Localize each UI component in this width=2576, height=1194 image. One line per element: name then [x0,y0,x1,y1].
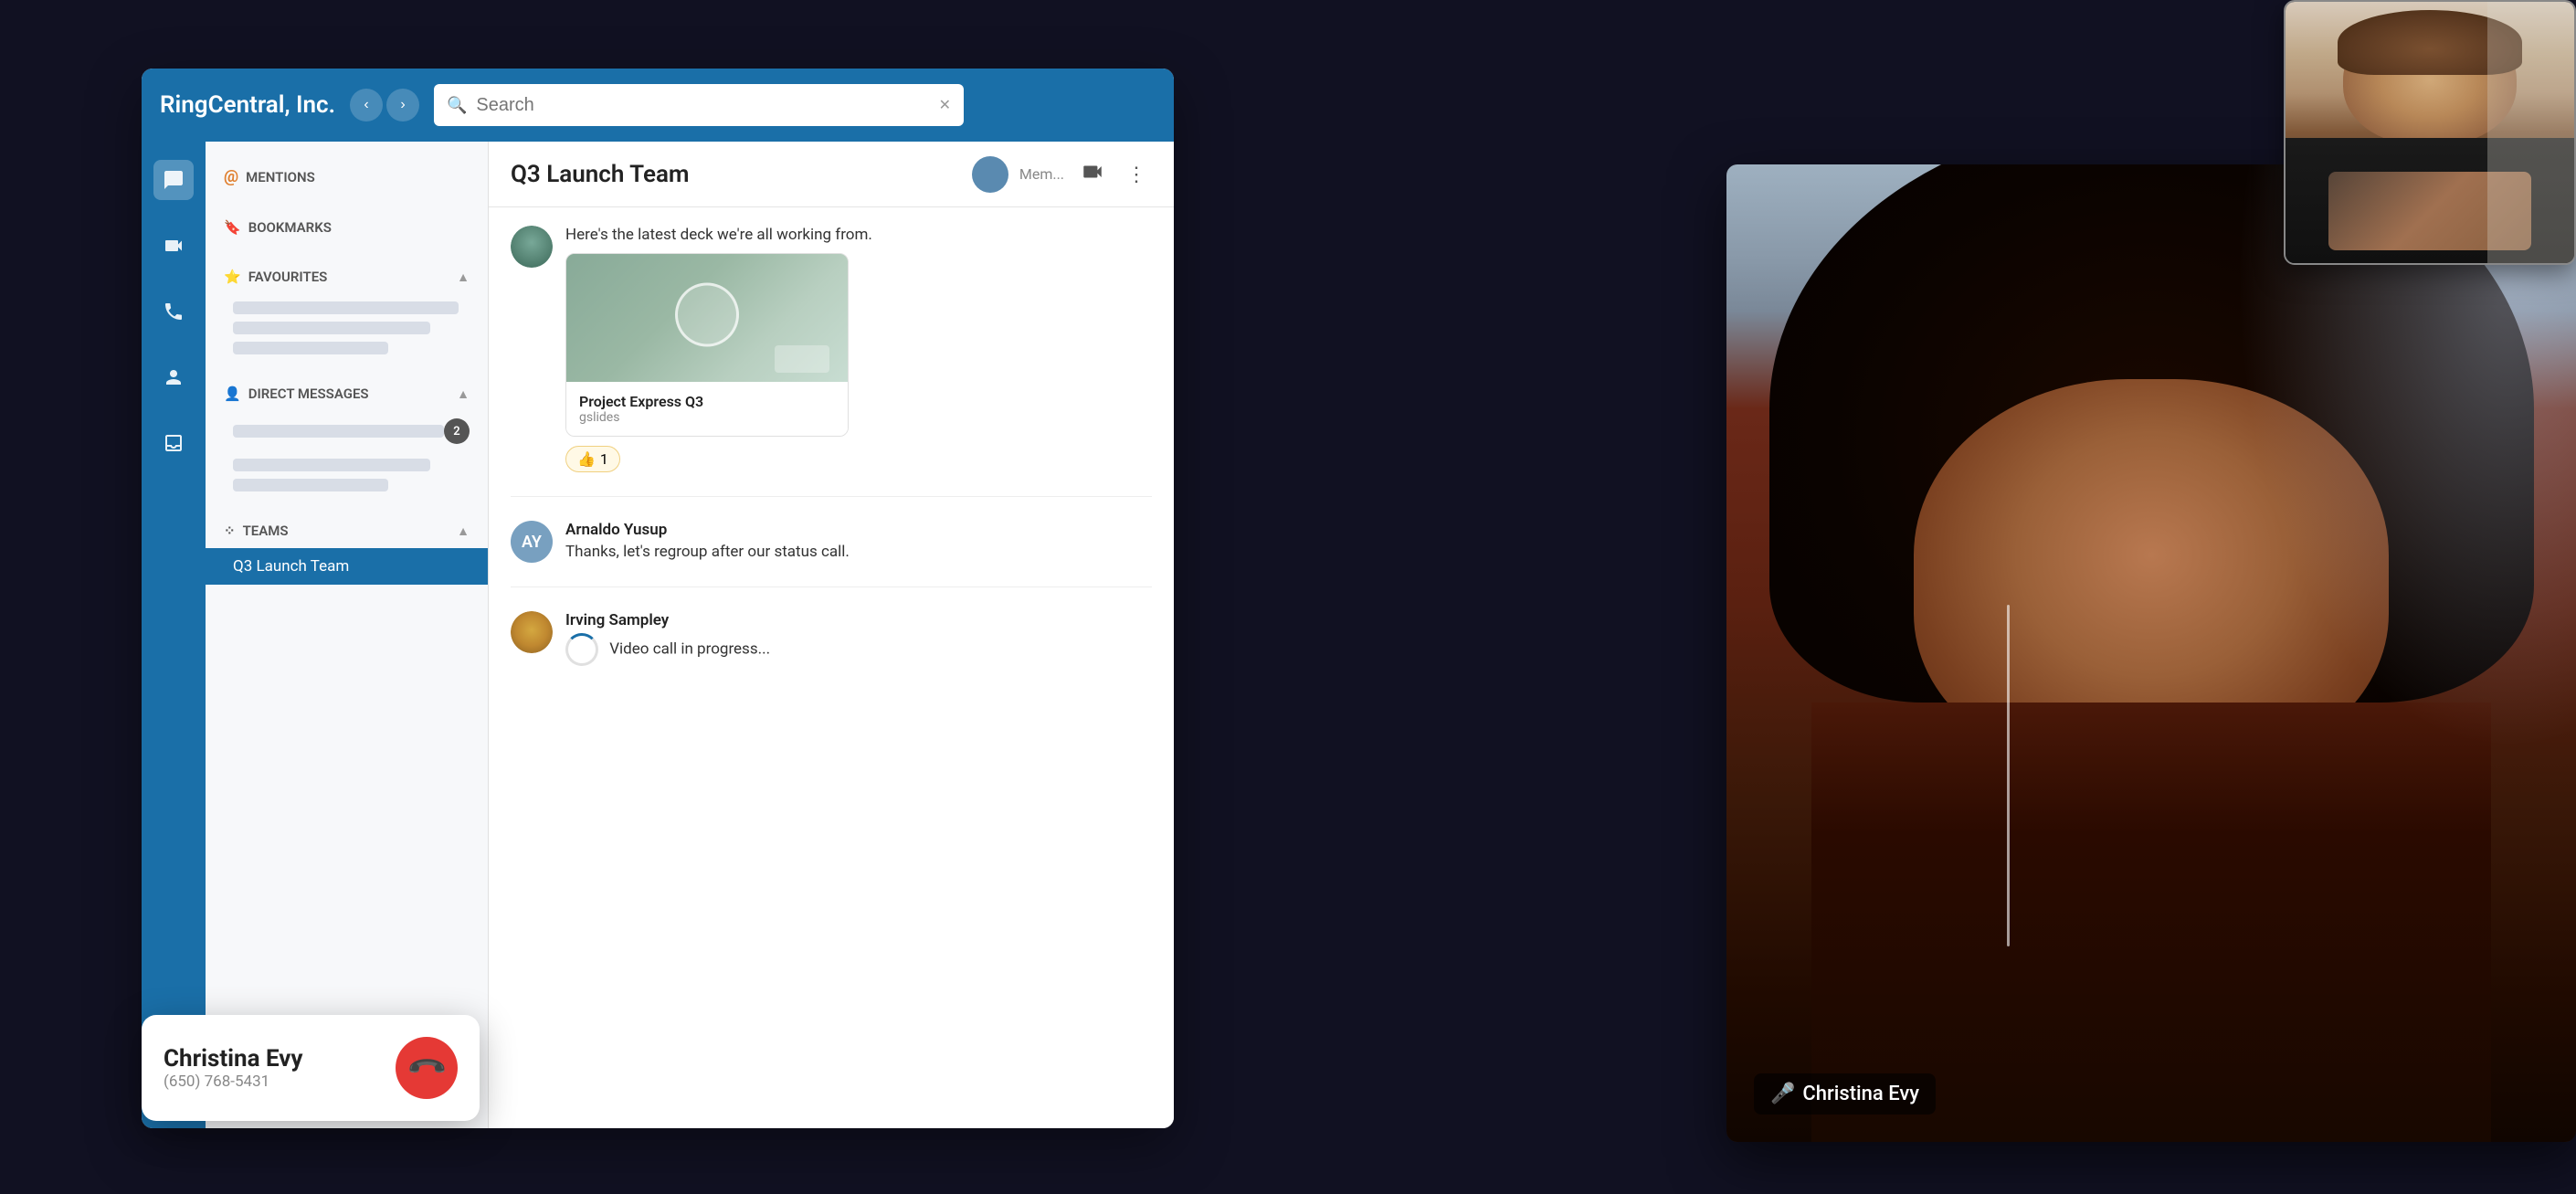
avatar-msg2: AY [511,521,553,563]
mentions-title: @ MENTIONS [224,167,315,186]
favourites-header[interactable]: ⭐ FAVOURITES ▲ [206,259,488,294]
message-text-3: Video call in progress... [565,633,1152,666]
chat-title: Q3 Launch Team [511,161,690,188]
search-input[interactable] [476,95,929,116]
sidebar-icon-chat[interactable] [153,160,194,200]
teams-header[interactable]: ⁘ TEAMS ▲ [206,513,488,548]
dm-placeholder-2 [233,459,430,471]
back-button[interactable]: ‹ [350,89,383,122]
video-caller-name: Christina Evy [1802,1083,1919,1105]
search-icon: 🔍 [447,96,467,115]
caller-number: (650) 768-5431 [164,1072,303,1091]
direct-messages-section: 👤 DIRECT MESSAGES ▲ 2 [206,369,488,506]
file-card-image [566,254,848,382]
direct-messages-chevron: ▲ [457,386,470,402]
dm-placeholder-1 [233,425,444,438]
favourites-placeholder-2 [233,322,430,334]
chat-actions: Mem... ⋮ [972,154,1152,195]
mentions-section: @ MENTIONS [206,151,488,203]
message-2: AY Arnaldo Yusup Thanks, let's regroup a… [511,521,1152,563]
file-card-name: Project Express Q3 [579,393,835,410]
sidebar-icon-phone[interactable] [153,291,194,332]
search-bar: 🔍 ✕ [434,84,964,126]
main-content: @ MENTIONS 🔖 BOOKMARKS ⭐ FAVO [142,142,1174,1128]
bookmarks-title: 🔖 BOOKMARKS [224,219,332,236]
nav-arrows: ‹ › [350,89,419,122]
dm-placeholder-3 [233,479,388,491]
video-call-button[interactable] [1075,154,1110,195]
small-video-inner [2286,2,2574,263]
star-icon: ⭐ [224,269,241,285]
end-call-button[interactable]: 📞 [396,1037,458,1099]
nav-item-q3-launch[interactable]: Q3 Launch Team [206,548,488,585]
sidebar-icon-video[interactable] [153,226,194,266]
message-1: Here's the latest deck we're all working… [511,226,1152,472]
message-text-2: Thanks, let's regroup after our status c… [565,543,1152,561]
avatar-msg1 [511,226,553,268]
file-card-type: gslides [579,410,835,425]
file-card-info: Project Express Q3 gslides [566,382,848,436]
chat-area: Q3 Launch Team Mem... ⋮ H [489,142,1174,1128]
favourites-title: ⭐ FAVOURITES [224,269,327,285]
favourites-section: ⭐ FAVOURITES ▲ [206,252,488,369]
message-body-3: Irving Sampley Video call in progress... [565,611,1152,666]
reaction-thumbsup[interactable]: 👍 1 [565,446,620,472]
video-loading-spinner [565,633,598,666]
bookmark-icon: 🔖 [224,219,241,236]
mic-icon: 🎤 [1770,1083,1795,1105]
app-window: RingCentral, Inc. ‹ › 🔍 ✕ [142,69,1174,1128]
message-body-1: Here's the latest deck we're all working… [565,226,1152,472]
video-main: 🎤 Christina Evy [1726,164,2576,1142]
sidebar-icon-inbox[interactable] [153,423,194,463]
member-avatar [972,156,1008,193]
bookmarks-section: 🔖 BOOKMARKS [206,203,488,252]
icon-sidebar [142,142,206,1128]
forward-button[interactable]: › [386,89,419,122]
video-call-overlay: 🎤 Christina Evy [1726,164,2576,1142]
sidebar-icon-contacts[interactable] [153,357,194,397]
chat-header: Q3 Launch Team Mem... ⋮ [489,142,1174,207]
teams-title: ⁘ TEAMS [224,523,289,539]
header-bar: RingCentral, Inc. ‹ › 🔍 ✕ [142,69,1174,142]
message-text-1: Here's the latest deck we're all working… [565,226,1152,244]
avatar-msg3 [511,611,553,653]
caller-name: Christina Evy [164,1045,303,1072]
nav-panel: @ MENTIONS 🔖 BOOKMARKS ⭐ FAVO [206,142,489,1128]
direct-messages-title: 👤 DIRECT MESSAGES [224,386,369,402]
message-divider-1 [511,496,1152,497]
phone-end-icon: 📞 [405,1046,449,1090]
app-title: RingCentral, Inc. [160,91,335,119]
teams-chevron: ▲ [457,523,470,539]
favourites-chevron: ▲ [457,269,470,285]
search-clear-button[interactable]: ✕ [939,96,951,114]
favourites-placeholder-1 [233,301,459,314]
more-options-button[interactable]: ⋮ [1121,157,1152,192]
caller-info: Christina Evy (650) 768-5431 [164,1045,303,1091]
sender-name-2: Arnaldo Yusup [565,521,1152,539]
reaction-count: 1 [600,450,608,468]
teams-section: ⁘ TEAMS ▲ Q3 Launch Team [206,506,488,592]
bookmarks-header[interactable]: 🔖 BOOKMARKS [206,210,488,245]
direct-messages-header[interactable]: 👤 DIRECT MESSAGES ▲ [206,376,488,411]
message-divider-2 [511,586,1152,587]
dm-badge: 2 [444,418,470,444]
message-body-2: Arnaldo Yusup Thanks, let's regroup afte… [565,521,1152,563]
mentions-header[interactable]: @ MENTIONS [206,158,488,195]
members-hint: Mem... [1019,165,1064,183]
q3-launch-label: Q3 Launch Team [233,557,349,576]
video-name-badge: 🎤 Christina Evy [1754,1073,1936,1115]
small-video [2284,0,2576,265]
at-icon: @ [224,167,238,186]
sender-name-3: Irving Sampley [565,611,1152,629]
teams-icon: ⁘ [224,523,236,539]
person-icon: 👤 [224,386,241,402]
favourites-placeholder-3 [233,342,388,354]
incoming-call-notification: Christina Evy (650) 768-5431 📞 [142,1015,480,1121]
message-3: Irving Sampley Video call in progress... [511,611,1152,666]
file-card[interactable]: Project Express Q3 gslides [565,253,849,437]
reaction-emoji: 👍 [577,450,596,468]
earphone-wire [2007,605,2010,947]
chat-messages: Here's the latest deck we're all working… [489,207,1174,1128]
man-bg-wall [2487,2,2574,263]
